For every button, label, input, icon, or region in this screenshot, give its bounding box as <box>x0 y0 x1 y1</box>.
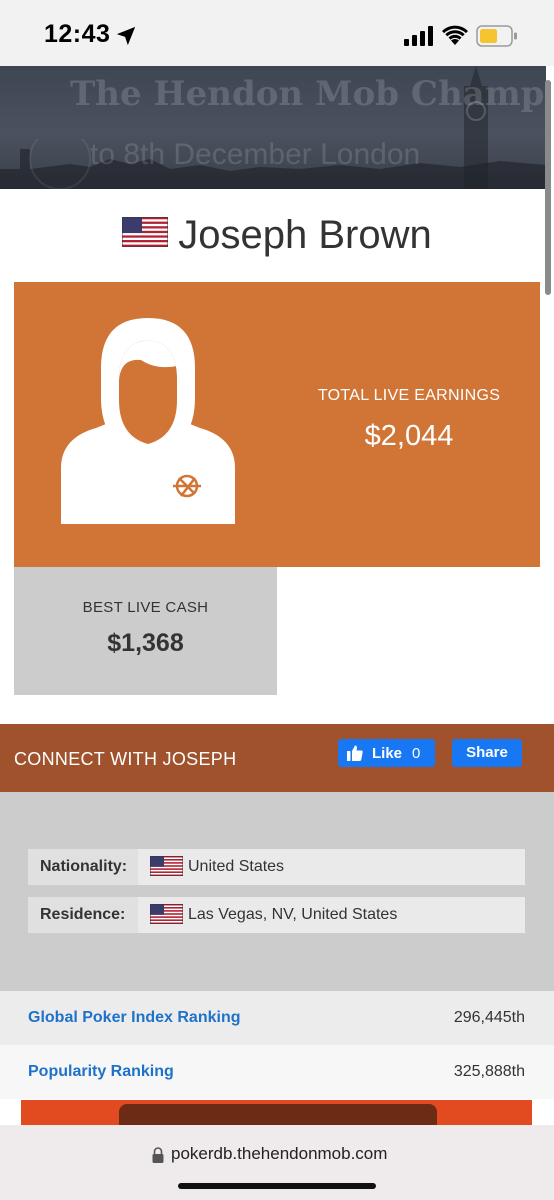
player-info-panel: Nationality: United States Residence: La… <box>0 792 554 991</box>
banner-subtitle: to 8th December London <box>90 138 421 171</box>
best-live-cash-label: BEST LIVE CASH <box>82 599 209 616</box>
page-scrollbar[interactable] <box>545 80 551 295</box>
home-indicator[interactable] <box>178 1183 376 1189</box>
us-flag-icon <box>150 903 183 924</box>
battery-icon <box>476 25 517 47</box>
gpi-ranking-value: 296,445th <box>453 1009 525 1026</box>
lock-icon <box>152 1147 164 1163</box>
thumbs-up-icon <box>347 745 363 761</box>
event-banner[interactable]: The Hendon Mob Championship to 8th Decem… <box>0 66 546 189</box>
nationality-value: United States <box>188 858 285 875</box>
cellular-signal-icon <box>404 26 433 46</box>
nationality-value-wrap: United States <box>139 849 284 885</box>
facebook-like-button[interactable]: Like 0 <box>338 739 435 767</box>
residence-label: Residence: <box>28 897 138 933</box>
nationality-row: Nationality: United States <box>28 849 525 885</box>
nationality-label: Nationality: <box>28 849 138 885</box>
connect-label: CONNECT WITH JOSEPH <box>14 749 237 769</box>
total-live-earnings-value: $2,044 <box>364 420 454 452</box>
facebook-share-button[interactable]: Share <box>452 739 522 767</box>
us-flag-icon <box>150 855 183 876</box>
residence-value: Las Vegas, NV, United States <box>188 906 398 923</box>
player-name: Joseph Brown <box>178 213 432 257</box>
status-time: 12:43 <box>44 20 111 48</box>
residence-row: Residence: Las Vegas, NV, United States <box>28 897 525 933</box>
like-label: Like <box>372 745 403 762</box>
best-live-cash-value: $1,368 <box>107 629 184 657</box>
us-flag-icon <box>122 216 169 247</box>
earnings-card: TOTAL LIVE EARNINGS $2,044 <box>14 282 540 567</box>
player-heading: Joseph Brown <box>0 213 554 258</box>
best-live-cash-card: BEST LIVE CASH $1,368 <box>14 567 277 695</box>
player-avatar-icon <box>61 318 235 524</box>
residence-value-wrap: Las Vegas, NV, United States <box>139 897 397 933</box>
gpi-ranking-row: Global Poker Index Ranking 296,445th <box>0 991 554 1045</box>
gpi-ranking-link[interactable]: Global Poker Index Ranking <box>28 1009 241 1027</box>
popularity-ranking-row: Popularity Ranking 325,888th <box>0 1045 554 1099</box>
total-live-earnings-label: TOTAL LIVE EARNINGS <box>317 387 501 404</box>
wifi-icon <box>442 25 468 45</box>
url-text[interactable]: pokerdb.thehendonmob.com <box>171 1144 387 1164</box>
location-arrow-icon <box>116 26 136 46</box>
popularity-ranking-link[interactable]: Popularity Ranking <box>28 1063 174 1081</box>
like-count: 0 <box>412 745 421 762</box>
popularity-ranking-value: 325,888th <box>453 1063 525 1080</box>
status-bar: 12:43 <box>0 0 554 66</box>
connect-bar: CONNECT WITH JOSEPH Like 0 Share <box>0 724 554 792</box>
banner-title: The Hendon Mob Championship <box>70 74 546 114</box>
